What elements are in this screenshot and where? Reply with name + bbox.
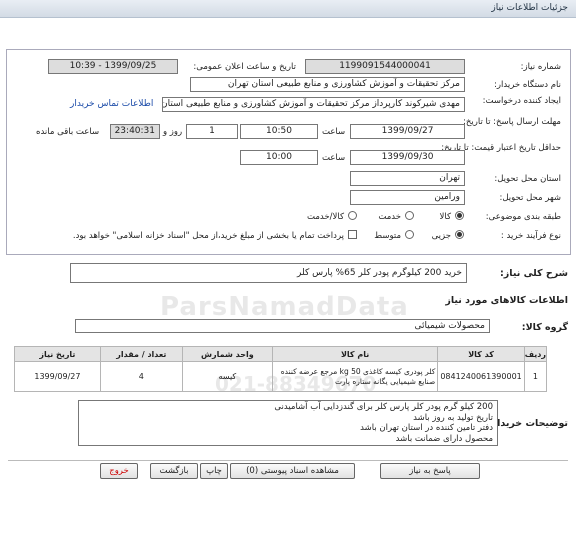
announce-date-label: تاریخ و ساعت اعلان عمومی:	[193, 62, 296, 72]
buyer-org-field: مرکز تحقیقات و آموزش کشاورزی و منابع طبی…	[190, 77, 465, 92]
col-name: نام کالا	[271, 346, 439, 362]
delivery-province-label: استان محل تحویل:	[494, 174, 561, 184]
print-button[interactable]: چاپ	[200, 463, 228, 479]
table-header-row: ردیف کد کالا نام کالا واحد شمارش تعداد /…	[14, 346, 548, 362]
delivery-city-label: شهر محل تحویل:	[499, 193, 561, 203]
need-number-field: 1199091544000041	[305, 59, 465, 74]
divider	[8, 460, 568, 461]
note-line: دفتر تامین کننده در استان تهران باشد	[360, 423, 493, 433]
attachments-button[interactable]: مشاهده اسناد پیوستی (0)	[230, 463, 355, 479]
cell-date: 1399/09/27	[14, 361, 101, 392]
response-time-label: ساعت	[322, 127, 346, 137]
announce-date-field: 1399/09/25 - 10:39	[48, 59, 178, 74]
response-days-label: روز و	[163, 127, 183, 137]
col-row: ردیف	[523, 346, 548, 362]
buyer-org-label: نام دستگاه خریدار:	[494, 80, 561, 90]
need-summary-field: خرید 200 کیلوگرم پودر کلر 65% پارس کلر	[70, 263, 467, 283]
checkbox-icon	[348, 230, 357, 239]
radio-icon	[405, 211, 414, 220]
treasury-note: پرداخت تمام یا بخشی از مبلغ خرید،از محل …	[72, 231, 344, 241]
col-unit: واحد شمارش	[181, 346, 273, 362]
buyer-notes-label: توضیحات خریدار:	[487, 418, 568, 429]
note-line: تاریخ تولید به روز باشد	[413, 412, 493, 423]
cell-unit: کیسه	[181, 361, 273, 392]
page-header: جزئیات اطلاعات نیاز	[0, 0, 576, 18]
process-minor-radio[interactable]	[455, 230, 464, 242]
remaining-time-label: ساعت باقی مانده	[36, 127, 100, 137]
radio-icon	[348, 211, 357, 220]
response-date-field: 1399/09/27	[350, 124, 465, 139]
delivery-province-field: تهران	[350, 171, 465, 186]
process-medium-label: متوسط	[374, 231, 401, 241]
goods-table: ردیف کد کالا نام کالا واحد شمارش تعداد /…	[14, 346, 548, 392]
reply-button[interactable]: پاسخ به نیاز	[380, 463, 480, 479]
note-line: محصول دارای ضمانت باشد	[395, 433, 493, 444]
category-both-label: کالا/خدمت	[307, 212, 344, 222]
category-goods-label: کالا	[439, 212, 451, 222]
goods-group-field: محصولات شیمیائی	[75, 319, 490, 333]
creator-field: مهدی شیرکوند کارپرداز مرکز تحقیقات و آمو…	[162, 97, 465, 112]
validity-time-field: 10:00	[240, 150, 318, 165]
category-label: طبقه بندی موضوعی:	[485, 212, 561, 222]
remaining-time-field: 23:40:31	[110, 124, 160, 139]
category-both-radio[interactable]	[348, 211, 357, 223]
purchase-process-label: نوع فرآیند خرید :	[500, 231, 561, 241]
col-code: کد کالا	[437, 346, 525, 362]
goods-info-title: اطلاعات کالاهای مورد نیاز	[445, 295, 568, 306]
need-summary-label: شرح کلی نیاز:	[499, 268, 568, 279]
goods-group-label: گروه کالا:	[521, 322, 568, 333]
col-date: تاریخ نیاز	[14, 346, 101, 362]
radio-selected-icon	[455, 230, 464, 239]
buyer-notes-field: 200 کیلو گرم پودر کلر پارس کلر برای گندز…	[78, 400, 498, 446]
table-row: 1 0841240061390001 کلر پودری کیسه کاغذی …	[14, 361, 548, 392]
exit-button[interactable]: خروج	[100, 463, 138, 479]
creator-label: ایجاد کننده درخواست:	[482, 96, 561, 106]
category-service-label: خدمت	[378, 212, 401, 222]
response-deadline-label: مهلت ارسال پاسخ: تا تاریخ:	[463, 117, 561, 127]
price-validity-label: حداقل تاریخ اعتبار قیمت: تا تاریخ:	[441, 143, 561, 153]
category-goods-radio[interactable]	[455, 211, 464, 223]
watermark-text: ParsNamadData	[160, 292, 409, 322]
cell-code: 0841240061390001	[437, 361, 525, 392]
page-title: جزئیات اطلاعات نیاز	[491, 3, 568, 13]
back-button[interactable]: بازگشت	[150, 463, 198, 479]
category-service-radio[interactable]	[405, 211, 414, 223]
cell-row: 1	[523, 361, 548, 392]
validity-date-field: 1399/09/30	[350, 150, 465, 165]
note-line: 200 کیلو گرم پودر کلر پارس کلر برای گندز…	[274, 402, 493, 412]
need-number-label: شماره نیاز:	[520, 62, 561, 72]
response-days-field: 1	[186, 124, 238, 139]
cell-name: کلر پودری کیسه کاغذی kg 50 مرجع عرضه کنن…	[271, 361, 439, 392]
validity-time-label: ساعت	[322, 153, 346, 163]
response-time-field: 10:50	[240, 124, 318, 139]
process-medium-radio[interactable]	[405, 230, 414, 242]
col-qty: تعداد / مقدار	[99, 346, 183, 362]
radio-icon	[405, 230, 414, 239]
process-minor-label: جزیی	[431, 231, 451, 241]
delivery-city-field: ورامین	[350, 190, 465, 205]
radio-selected-icon	[455, 211, 464, 220]
cell-qty: 4	[99, 361, 183, 392]
treasury-checkbox[interactable]	[348, 230, 357, 242]
buyer-contact-link[interactable]: اطلاعات تماس خریدار	[70, 99, 153, 109]
